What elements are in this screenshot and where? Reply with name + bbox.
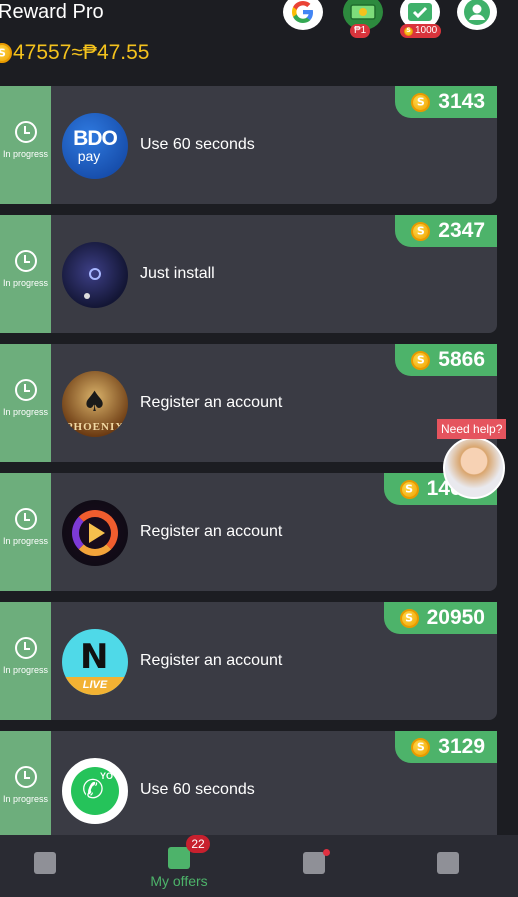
status-panel: In progress bbox=[0, 473, 51, 591]
coin-icon bbox=[411, 92, 431, 112]
play-icon bbox=[89, 523, 105, 543]
clock-icon bbox=[14, 637, 37, 659]
app-title: Reward Pro bbox=[0, 1, 104, 23]
task-text: Use 60 seconds bbox=[140, 781, 255, 798]
offers-count-badge: 22 bbox=[186, 835, 210, 853]
reward-badge: 20950 bbox=[383, 602, 497, 634]
task-text: Use 60 seconds bbox=[140, 136, 255, 153]
whatsapp-app-icon: ✆ YO bbox=[62, 758, 128, 824]
reward-value: 20950 bbox=[426, 606, 485, 629]
coin-icon bbox=[0, 43, 12, 63]
coin-icon bbox=[411, 737, 431, 757]
task-text: Register an account bbox=[140, 523, 283, 540]
balance-coins: 47557 bbox=[13, 41, 72, 64]
whatsapp-bubble: ✆ YO bbox=[71, 767, 119, 815]
support-agent-avatar[interactable] bbox=[443, 437, 505, 499]
reward-value: 3143 bbox=[438, 90, 485, 113]
offer-card[interactable]: In progress ✆ YO Use 60 seconds 3129 bbox=[0, 731, 497, 849]
offer-card[interactable]: In progress Just install 2347 bbox=[0, 215, 497, 333]
bdo-pay-app-icon: BDO pay bbox=[62, 113, 128, 179]
space-app-icon bbox=[62, 242, 128, 308]
coin-icon bbox=[399, 479, 419, 499]
coin-icon bbox=[404, 26, 413, 36]
task-badge-value: 1000 bbox=[415, 25, 438, 36]
need-help-label[interactable]: Need help? bbox=[437, 419, 507, 439]
status-label: In progress bbox=[2, 407, 49, 417]
bdo-logo-text: BDO bbox=[73, 127, 118, 150]
task-text: Register an account bbox=[140, 652, 283, 669]
clock-icon bbox=[14, 508, 37, 530]
status-panel: In progress bbox=[0, 602, 51, 720]
status-label: In progress bbox=[2, 278, 49, 288]
status-panel: In progress bbox=[0, 344, 51, 462]
google-icon[interactable] bbox=[283, 0, 323, 30]
card-icon bbox=[437, 852, 459, 874]
offer-card[interactable]: In progress Register an account 14600 bbox=[0, 473, 497, 591]
user-icon[interactable] bbox=[457, 0, 497, 30]
bdo-logo-subtext: pay bbox=[77, 148, 101, 164]
reward-value: 5866 bbox=[438, 348, 485, 371]
reward-badge: 2347 bbox=[395, 215, 497, 247]
status-panel: In progress bbox=[0, 731, 51, 849]
coin-icon bbox=[411, 221, 431, 241]
nav-my-offers[interactable]: My offers bbox=[114, 835, 244, 897]
reward-value: 3129 bbox=[438, 735, 485, 758]
spade-icon: ♠ bbox=[82, 385, 108, 418]
nav-mail[interactable] bbox=[249, 835, 379, 897]
mail-icon bbox=[303, 852, 325, 874]
app-header: Reward Pro 47557 ≈₱47.55 ₱1 1000 bbox=[0, 0, 518, 80]
yo-logo-text: YO bbox=[100, 771, 114, 781]
astronaut-icon bbox=[84, 293, 90, 299]
coin-icon bbox=[399, 608, 419, 628]
cash-badge: ₱1 bbox=[350, 24, 371, 38]
status-label: In progress bbox=[2, 149, 49, 159]
coin-icon bbox=[411, 350, 431, 370]
wallet-icon bbox=[34, 852, 56, 874]
clock-icon bbox=[14, 379, 37, 401]
offer-card[interactable]: In progress ♠ PHOENIX Register an accoun… bbox=[0, 344, 497, 462]
status-label: In progress bbox=[2, 536, 49, 546]
nav-wallet[interactable] bbox=[0, 835, 110, 897]
status-label: In progress bbox=[2, 665, 49, 675]
reward-badge: 3129 bbox=[395, 731, 497, 763]
live-logo-text: LIVE bbox=[62, 677, 128, 695]
task-badge: 1000 bbox=[400, 24, 442, 38]
status-panel: In progress bbox=[0, 215, 51, 333]
offer-card[interactable]: In progress BDO pay Use 60 seconds 3143 bbox=[0, 86, 497, 204]
nav-my-offers-label: My offers bbox=[150, 873, 208, 889]
clock-icon bbox=[14, 250, 37, 272]
n-logo-icon: N bbox=[80, 637, 109, 677]
clock-icon bbox=[14, 766, 37, 788]
notification-dot bbox=[323, 849, 330, 856]
lock-icon bbox=[89, 268, 101, 280]
balance-approx: ≈₱47.55 bbox=[71, 41, 150, 64]
reward-value: 2347 bbox=[438, 219, 485, 242]
my-offers-icon bbox=[168, 847, 190, 869]
clock-icon bbox=[14, 121, 37, 143]
bottom-nav: My offers 22 bbox=[0, 835, 518, 897]
stream-app-icon bbox=[62, 500, 128, 566]
status-label: In progress bbox=[2, 794, 49, 804]
nav-card[interactable] bbox=[383, 835, 513, 897]
task-text: Register an account bbox=[140, 394, 283, 411]
phoenix-app-icon: ♠ PHOENIX bbox=[62, 371, 128, 437]
live-app-icon: N LIVE bbox=[62, 629, 128, 695]
status-panel: In progress bbox=[0, 86, 51, 204]
task-text: Just install bbox=[140, 265, 215, 282]
offer-card[interactable]: In progress N LIVE Register an account 2… bbox=[0, 602, 497, 720]
phoenix-logo-text: PHOENIX bbox=[65, 421, 125, 433]
reward-badge: 3143 bbox=[395, 86, 497, 118]
reward-badge: 5866 bbox=[395, 344, 497, 376]
coin-balance: 47557 ≈₱47.55 bbox=[0, 40, 150, 66]
